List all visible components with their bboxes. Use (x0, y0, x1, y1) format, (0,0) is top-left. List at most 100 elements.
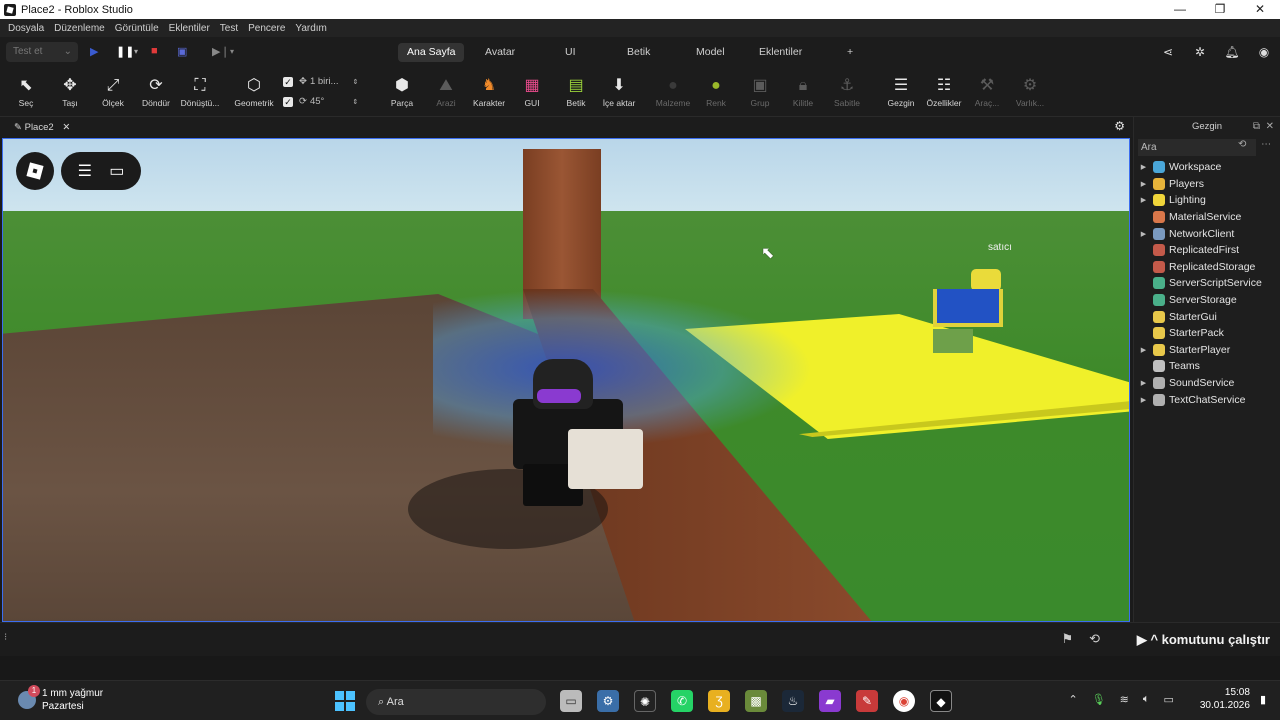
snap-move-toggle[interactable]: ✓ ✥ 1 biri... ⇕ (283, 76, 358, 87)
notification-center-icon[interactable]: ▮ (1260, 693, 1266, 706)
microphone-icon[interactable]: 🎙︎ (1092, 693, 1106, 706)
volume-icon[interactable]: 🔈︎ (1143, 693, 1150, 706)
chat-icon[interactable]: ▭ (109, 161, 124, 181)
lock-button[interactable]: 🔒︎ Kilitle (780, 75, 826, 108)
chevron-right-icon[interactable]: ▶ (1134, 163, 1148, 171)
game-viewport[interactable]: satıcı ☰ ▭ ⬉ (2, 138, 1130, 622)
chevron-down-icon[interactable]: ▾ (230, 47, 234, 56)
explorer-item-replicatedfirst[interactable]: ReplicatedFirst (1134, 242, 1280, 259)
script-button[interactable]: ▤ Betik (553, 75, 599, 108)
play-icon[interactable]: ▶ (90, 45, 98, 58)
stop-icon[interactable]: ■ (151, 45, 158, 57)
anchor-button[interactable]: ⚓︎ Sabitle (824, 75, 870, 108)
roblox-studio-icon[interactable]: ◆ (930, 690, 952, 712)
collaborate-icon[interactable]: ✲ (1184, 45, 1216, 59)
add-tab-button[interactable]: + (838, 43, 862, 62)
close-tab-icon[interactable]: ✕ (62, 122, 70, 133)
menu-help[interactable]: Yardım (295, 23, 327, 34)
chevron-right-icon[interactable]: ▶ (1134, 346, 1148, 354)
start-button[interactable] (335, 691, 355, 711)
editor-icon[interactable]: ✎ (856, 690, 878, 712)
stepper-icon[interactable]: ⇕ (352, 78, 358, 86)
clipchamp-icon[interactable]: ▰ (819, 690, 841, 712)
select-tool[interactable]: ⬉ Seç (3, 75, 49, 108)
menu-window[interactable]: Pencere (248, 23, 285, 34)
viewport-settings-icon[interactable]: ⚙ (1114, 119, 1125, 133)
explorer-item-serverscriptservice[interactable]: ServerScriptService (1134, 275, 1280, 292)
taskbar-search[interactable]: ⌕ Ara (366, 689, 546, 715)
gui-button[interactable]: ▦ GUI (509, 75, 555, 108)
menu-view[interactable]: Görüntüle (115, 23, 159, 34)
asset-manager-toggle[interactable]: ⚙ Varlık... (1007, 75, 1053, 108)
tab-model[interactable]: Model (687, 43, 734, 62)
chevron-up-icon[interactable]: ⌃ (1068, 693, 1077, 706)
tab-ui[interactable]: UI (556, 43, 585, 62)
chrome-icon[interactable]: ◉ (893, 690, 915, 712)
chevron-right-icon[interactable]: ▶ (1134, 180, 1148, 188)
explorer-item-startergui[interactable]: StarterGui (1134, 308, 1280, 325)
properties-toggle[interactable]: ☷ Özellikler (921, 75, 967, 108)
group-button[interactable]: ▣ Grup (737, 75, 783, 108)
file-explorer-icon[interactable]: ▭ (560, 690, 582, 712)
menu-edit[interactable]: Düzenleme (54, 23, 105, 34)
maximize-button[interactable]: ❐ (1200, 0, 1240, 19)
stepper-icon[interactable]: ⇕ (352, 98, 358, 106)
terrain-button[interactable]: ⛰ Arazi (423, 75, 469, 108)
app-icon[interactable]: Ʒ (708, 690, 730, 712)
weather-widget[interactable]: 1 1 mm yağmur Pazartesi (18, 685, 103, 713)
explorer-item-textchatservice[interactable]: ▶ TextChatService (1134, 391, 1280, 408)
chevron-right-icon[interactable]: ▶ (1134, 379, 1148, 387)
tab-home[interactable]: Ana Sayfa (398, 43, 465, 62)
explorer-item-starterplayer[interactable]: ▶ StarterPlayer (1134, 342, 1280, 359)
material-button[interactable]: ● Malzeme (650, 75, 696, 108)
history-icon[interactable]: ⟲ (1238, 139, 1246, 150)
transform-tool[interactable]: ⛶ Dönüştü... (177, 75, 223, 108)
chevron-right-icon[interactable]: ▶ (1134, 230, 1148, 238)
chevron-right-icon[interactable]: ▶ (1134, 396, 1148, 404)
explorer-item-networkclient[interactable]: ▶ NetworkClient (1134, 225, 1280, 242)
battery-icon[interactable]: ▭ (1163, 693, 1173, 706)
toolbox-toggle[interactable]: ⚒ Araç... (964, 75, 1010, 108)
clock[interactable]: 15:08 30.01.2026 (1200, 686, 1250, 712)
explorer-item-replicatedstorage[interactable]: ReplicatedStorage (1134, 259, 1280, 276)
client-server-icon[interactable]: ▣ (177, 45, 187, 58)
explorer-item-lighting[interactable]: ▶ Lighting (1134, 192, 1280, 209)
hamburger-menu-icon[interactable]: ☰ (78, 161, 92, 181)
share-icon[interactable]: ⋖ (1152, 45, 1184, 59)
import-button[interactable]: ⬇ İçe aktar (596, 75, 642, 108)
geometry-mode[interactable]: ⬡ Geometrik (231, 75, 277, 108)
close-button[interactable]: ✕ (1240, 0, 1280, 19)
explorer-toggle[interactable]: ☰ Gezgin (878, 75, 924, 108)
steam-icon[interactable]: ♨ (782, 690, 804, 712)
pause-icon[interactable]: ❚❚ (116, 45, 134, 58)
part-button[interactable]: ⬢ Parça (379, 75, 425, 108)
avatar[interactable]: ◉ (1248, 45, 1280, 59)
drag-handle-icon[interactable]: ⁝ (4, 632, 7, 643)
history-icon[interactable]: ⟲ (1089, 631, 1100, 647)
more-options-icon[interactable]: ⋯ (1261, 139, 1271, 150)
chevron-down-icon[interactable]: ▾ (134, 47, 138, 56)
scale-tool[interactable]: ⤢ Ölçek (90, 75, 136, 108)
chatgpt-icon[interactable]: ✺ (634, 690, 656, 712)
rotate-tool[interactable]: ⟳ Döndür (133, 75, 179, 108)
whatsapp-icon[interactable]: ✆ (671, 690, 693, 712)
close-panel-icon[interactable]: ✕ (1266, 117, 1274, 136)
explorer-item-starterpack[interactable]: StarterPack (1134, 325, 1280, 342)
character-button[interactable]: ♞ Karakter (466, 75, 512, 108)
explorer-item-serverstorage[interactable]: ServerStorage (1134, 292, 1280, 309)
move-tool[interactable]: ✥ Taşı (47, 75, 93, 108)
menu-test[interactable]: Test (220, 23, 238, 34)
run-command-button[interactable]: ▶ ^ komutunu çalıştır (1137, 632, 1270, 648)
wifi-icon[interactable]: ≋ (1120, 693, 1129, 706)
document-tab-place2[interactable]: ✎ Place2 ✕ (8, 119, 76, 136)
explorer-item-soundservice[interactable]: ▶ SoundService (1134, 375, 1280, 392)
menu-file[interactable]: Dosyala (8, 23, 44, 34)
menu-plugins[interactable]: Eklentiler (169, 23, 210, 34)
explorer-item-materialservice[interactable]: MaterialService (1134, 209, 1280, 226)
test-mode-select[interactable]: Test et ⌄ (6, 42, 78, 62)
minecraft-icon[interactable]: ▩ (745, 690, 767, 712)
undock-icon[interactable]: ⧉ (1253, 117, 1260, 136)
minimize-button[interactable]: — (1160, 0, 1200, 19)
tab-plugins[interactable]: Eklentiler (750, 43, 811, 62)
settings-icon[interactable]: ⚙ (597, 690, 619, 712)
